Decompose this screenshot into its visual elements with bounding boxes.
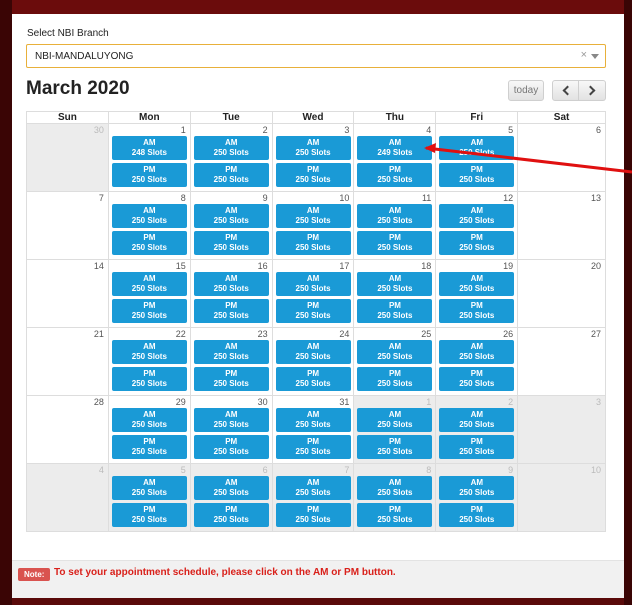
annotation-arrow [424, 143, 632, 174]
